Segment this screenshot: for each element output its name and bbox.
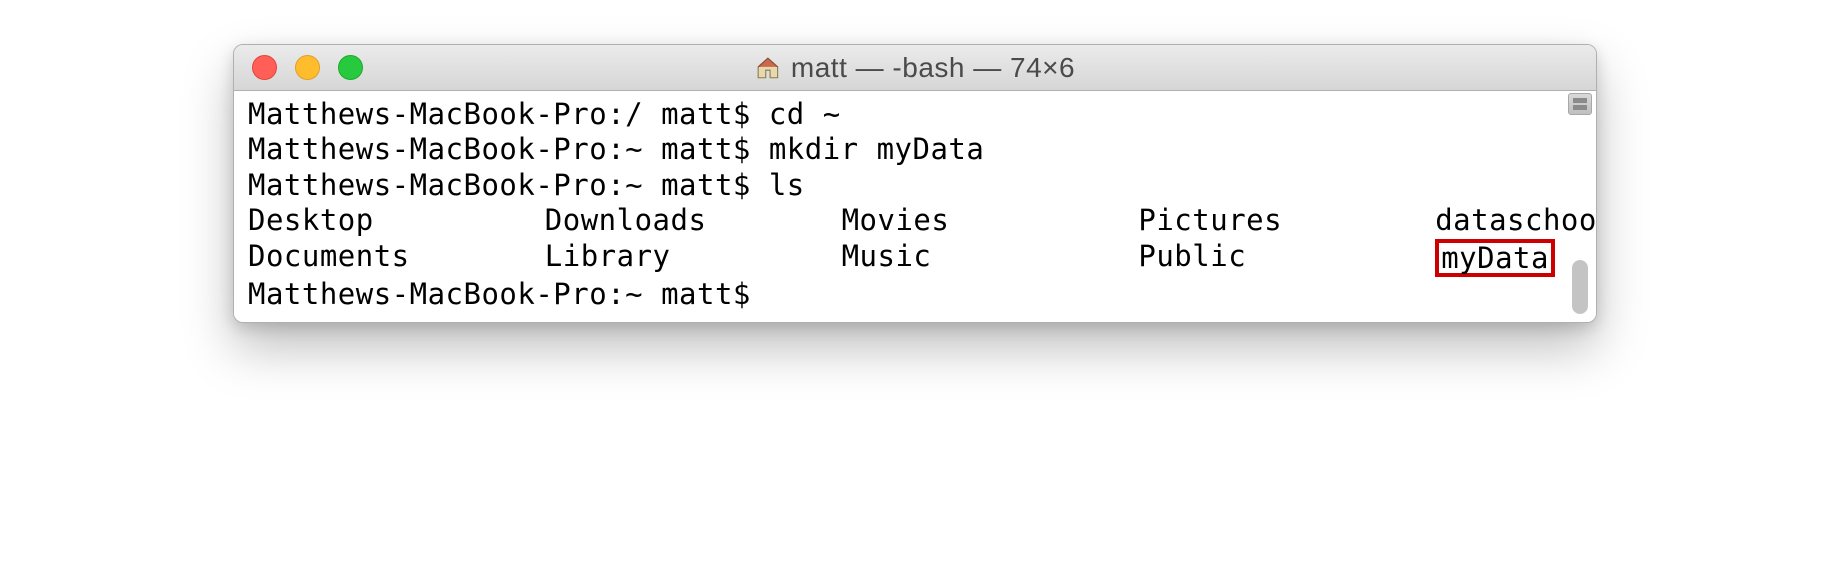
ls-item: Public: [1138, 239, 1435, 277]
window-titlebar[interactable]: matt — -bash — 74×6: [234, 45, 1596, 91]
terminal-prompt[interactable]: Matthews-MacBook-Pro:~ matt$: [248, 277, 1582, 312]
terminal-line: Matthews-MacBook-Pro:~ matt$ ls: [248, 168, 1582, 203]
terminal-line: Matthews-MacBook-Pro:/ matt$ cd ~: [248, 97, 1582, 132]
traffic-lights: [252, 55, 363, 80]
highlight-box: myData: [1435, 239, 1555, 277]
ls-item: Desktop: [248, 203, 545, 238]
window-title: matt — -bash — 74×6: [755, 52, 1075, 84]
scrollbar[interactable]: [1566, 93, 1594, 320]
ls-item: Music: [842, 239, 1139, 277]
ls-item: Pictures: [1138, 203, 1435, 238]
zoom-button[interactable]: [338, 55, 363, 80]
terminal-body[interactable]: Matthews-MacBook-Pro:/ matt$ cd ~ Matthe…: [234, 91, 1596, 322]
scroll-indicator-icon[interactable]: [1568, 93, 1592, 115]
ls-item: Movies: [842, 203, 1139, 238]
home-icon: [755, 55, 781, 81]
terminal-line: Matthews-MacBook-Pro:~ matt$ mkdir myDat…: [248, 132, 1582, 167]
ls-item: Library: [545, 239, 842, 277]
window-title-text: matt — -bash — 74×6: [791, 52, 1075, 84]
close-button[interactable]: [252, 55, 277, 80]
minimize-button[interactable]: [295, 55, 320, 80]
terminal-window: matt — -bash — 74×6 Matthews-MacBook-Pro…: [233, 44, 1597, 323]
ls-output: Desktop Downloads Movies Pictures datasc…: [248, 203, 1582, 277]
ls-item: Documents: [248, 239, 545, 277]
scroll-thumb[interactable]: [1572, 260, 1588, 314]
ls-item: Downloads: [545, 203, 842, 238]
